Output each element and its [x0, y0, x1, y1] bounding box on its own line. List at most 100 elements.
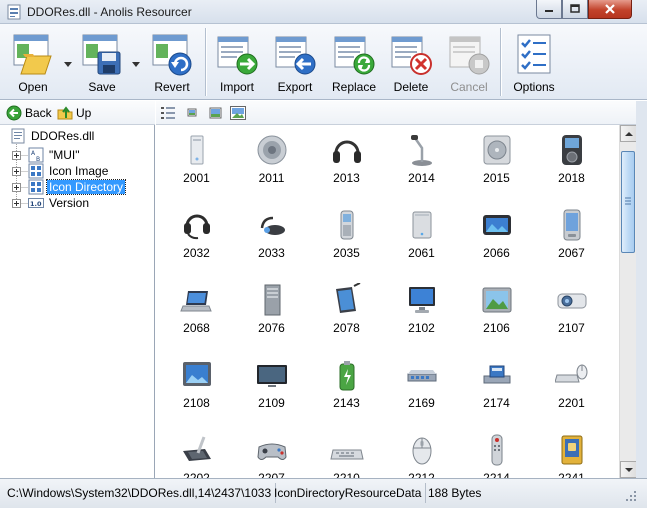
- icon-grid-item[interactable]: 2212: [384, 428, 459, 478]
- maximize-button[interactable]: [562, 0, 588, 19]
- icon-grid-item[interactable]: 2066: [459, 203, 534, 278]
- title-bar[interactable]: DDORes.dll - Anolis Resourcer: [0, 0, 647, 24]
- portable-media-icon: [482, 215, 511, 235]
- delete-button[interactable]: Delete: [386, 28, 436, 96]
- pda-icon: [563, 209, 580, 241]
- flat-tv-icon: [256, 365, 287, 387]
- icon-grid-item[interactable]: 2207: [234, 428, 309, 478]
- minimize-button[interactable]: [536, 0, 562, 19]
- list-view-icon[interactable]: [160, 105, 176, 121]
- icon-grid-item[interactable]: 2109: [234, 353, 309, 428]
- status-bar: C:\Windows\System32\DDORes.dll,14\2437\1…: [0, 478, 647, 508]
- navigation-bar: Back Up: [0, 101, 155, 125]
- icon-grid-item[interactable]: 2035: [309, 203, 384, 278]
- remote-control-icon: [491, 434, 502, 466]
- icon-grid-item[interactable]: 2102: [384, 278, 459, 353]
- status-path: C:\Windows\System32\DDORes.dll,14\2437\1…: [3, 483, 277, 503]
- icon-grid-item[interactable]: 2061: [384, 203, 459, 278]
- back-button[interactable]: Back: [6, 104, 52, 122]
- icon-grid-item[interactable]: 2174: [459, 353, 534, 428]
- icon-grid-item[interactable]: 2241: [534, 428, 609, 478]
- app-icon: [7, 4, 21, 20]
- icon-grid-item-label: 2015: [483, 171, 510, 185]
- import-button[interactable]: Import: [212, 28, 262, 96]
- save-button[interactable]: Save: [77, 28, 127, 96]
- icon-grid-item[interactable]: 2001: [159, 128, 234, 203]
- icon-grid-item[interactable]: 2014: [384, 128, 459, 203]
- scroll-up-button[interactable]: [620, 125, 637, 142]
- cancel-label: Cancel: [450, 80, 488, 94]
- status-resource-type: IconDirectoryResourceData: [270, 483, 427, 503]
- tree-item-version[interactable]: 1.0 Version: [28, 195, 91, 211]
- save-label: Save: [88, 80, 116, 94]
- save-dropdown-icon[interactable]: [131, 59, 141, 69]
- delete-icon: [391, 36, 432, 75]
- icon-grid-item[interactable]: 2013: [309, 128, 384, 203]
- icon-grid-item[interactable]: 2201: [534, 353, 609, 428]
- icon-grid-item[interactable]: 2107: [534, 278, 609, 353]
- icon-grid-item-label: 2210: [333, 471, 360, 478]
- tree-item-mui[interactable]: A B "MUI": [28, 147, 82, 163]
- icon-grid-item[interactable]: 2106: [459, 278, 534, 353]
- icon-grid-item[interactable]: 2033: [234, 203, 309, 278]
- icon-grid-item-label: 2212: [408, 471, 435, 478]
- resize-grip-icon[interactable]: [624, 489, 638, 503]
- tree-item-icon-image[interactable]: Icon Image: [28, 163, 110, 179]
- vertical-scrollbar[interactable]: [619, 125, 637, 478]
- window-border: [636, 101, 647, 478]
- tree-expander[interactable]: [12, 199, 21, 208]
- medium-icons-view-icon[interactable]: [208, 105, 224, 121]
- icon-grid-item[interactable]: 2210: [309, 428, 384, 478]
- resource-tree[interactable]: DDORes.dll A B "MUI" Icon Image Icon Dir…: [0, 125, 155, 478]
- icon-grid-item[interactable]: 2143: [309, 353, 384, 428]
- app-window: DDORes.dll - Anolis Resourcer Open Save …: [0, 0, 647, 508]
- server-icon: [264, 284, 280, 316]
- gamepad-icon: [256, 443, 287, 460]
- icon-grid-item[interactable]: 2015: [459, 128, 534, 203]
- close-button[interactable]: [588, 0, 632, 19]
- icon-grid-item[interactable]: 2214: [459, 428, 534, 478]
- scroll-down-button[interactable]: [620, 461, 637, 478]
- icon-grid-item[interactable]: 2169: [384, 353, 459, 428]
- export-button[interactable]: Export: [270, 28, 320, 96]
- minimize-icon: [545, 10, 553, 12]
- card-reader-icon: [483, 365, 510, 384]
- main-toolbar: Open Save Revert Import Export Replace D…: [0, 24, 647, 100]
- toolbar-separator: [500, 28, 501, 96]
- large-icons-view-icon[interactable]: [230, 105, 246, 121]
- keyboard-mouse-icon: [554, 364, 587, 383]
- up-button[interactable]: Up: [57, 104, 91, 122]
- icon-grid-item[interactable]: 2067: [534, 203, 609, 278]
- tree-item-icon-directory[interactable]: Icon Directory: [28, 179, 127, 195]
- icon-grid-item[interactable]: 2018: [534, 128, 609, 203]
- status-size: 188 Bytes: [428, 486, 482, 500]
- tree-expander[interactable]: [12, 167, 21, 176]
- options-button[interactable]: Options: [506, 28, 562, 96]
- icon-grid-item-label: 2241: [558, 471, 585, 478]
- icon-grid-item[interactable]: 2076: [234, 278, 309, 353]
- cancel-button[interactable]: Cancel: [444, 28, 494, 96]
- icon-grid-item[interactable]: 2202: [159, 428, 234, 478]
- tree-expander[interactable]: [12, 183, 21, 192]
- icon-grid-item-label: 2001: [183, 171, 210, 185]
- icon-grid-item-label: 2207: [258, 471, 285, 478]
- open-button[interactable]: Open: [8, 28, 58, 96]
- revert-button[interactable]: Revert: [147, 28, 197, 96]
- icon-grid-item-label: 2033: [258, 246, 285, 260]
- replace-button[interactable]: Replace: [328, 28, 380, 96]
- scroll-grip-icon: [625, 197, 631, 205]
- icon-grid[interactable]: 2001 2011 2013 2014 2015 2018 2032 2033 2035 2061…: [156, 125, 619, 478]
- external-drive-icon: [412, 211, 431, 239]
- icon-grid-item[interactable]: 2108: [159, 353, 234, 428]
- open-dropdown-icon[interactable]: [63, 59, 73, 69]
- tree-expander[interactable]: [12, 151, 21, 160]
- small-icons-view-icon[interactable]: [184, 105, 200, 121]
- icon-grid-item[interactable]: 2032: [159, 203, 234, 278]
- icon-grid-item[interactable]: 2068: [159, 278, 234, 353]
- laptop-icon: [179, 291, 212, 312]
- import-label: Import: [219, 80, 254, 94]
- icon-grid-item-label: 2013: [333, 171, 360, 185]
- icon-grid-item[interactable]: 2011: [234, 128, 309, 203]
- scroll-thumb[interactable]: [621, 151, 635, 253]
- icon-grid-item[interactable]: 2078: [309, 278, 384, 353]
